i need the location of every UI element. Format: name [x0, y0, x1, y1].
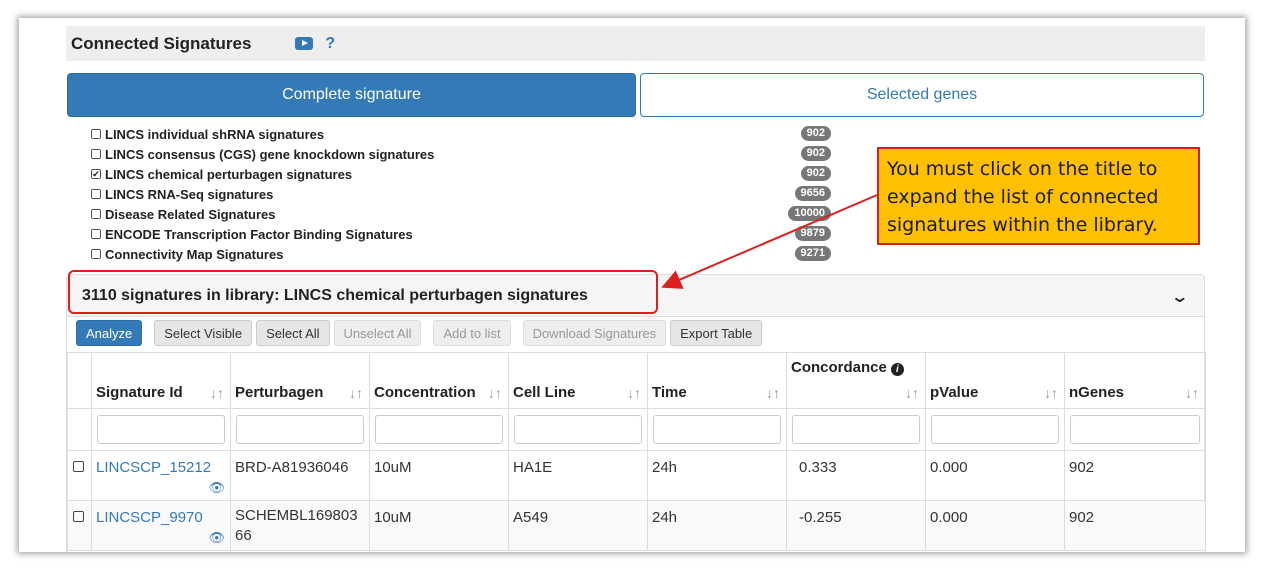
checkbox[interactable] [91, 129, 101, 139]
column-header-cell-line[interactable]: Cell Line ↓↑ [508, 352, 648, 409]
table-cell: -0.255 [786, 500, 926, 551]
eye-icon[interactable]: 👁 [208, 480, 225, 496]
library-item[interactable]: LINCS individual shRNA signatures 902 [91, 124, 831, 144]
checkbox[interactable] [91, 209, 101, 219]
unselect-all-button[interactable]: Unselect All [333, 320, 422, 346]
youtube-play-icon[interactable] [295, 37, 314, 50]
sort-icon[interactable]: ↓↑ [1185, 385, 1199, 401]
table-cell: SCHEMBL16980366 [230, 500, 370, 551]
filter-input-signature-id[interactable] [97, 415, 225, 444]
sort-icon[interactable]: ↓↑ [349, 385, 363, 401]
app-frame: Connected Signatures ? Complete signatur… [19, 18, 1245, 552]
count-badge: 902 [800, 146, 831, 161]
signature-id-link[interactable]: LINCSCP_9970 [96, 509, 203, 526]
filter-input-time[interactable] [653, 415, 781, 444]
library-item[interactable]: ✔ LINCS chemical perturbagen signatures … [91, 164, 831, 184]
table-cell: 0.333 [786, 450, 926, 501]
table-cell: 902 [1064, 500, 1206, 551]
filter-input-cell-line[interactable] [514, 415, 642, 444]
section-header: Connected Signatures ? [66, 26, 1205, 61]
table-cell: 10uM [369, 450, 509, 501]
download-signatures-button[interactable]: Download Signatures [522, 320, 667, 346]
analyze-button[interactable]: Analyze [76, 320, 143, 346]
sort-icon[interactable]: ↓↑ [766, 385, 780, 401]
filter-input-pvalue[interactable] [931, 415, 1059, 444]
column-header-signature-id[interactable]: Signature Id ↓↑ [91, 352, 231, 409]
tab-selected-genes[interactable]: Selected genes [640, 73, 1204, 117]
library-list: LINCS individual shRNA signatures 902 LI… [91, 124, 831, 264]
table-toolbar: Analyze Select Visible Select All Unsele… [76, 320, 763, 346]
table-cell: A549 [508, 500, 648, 551]
column-header-concentration[interactable]: Concentration ↓↑ [369, 352, 509, 409]
checkbox[interactable] [91, 229, 101, 239]
table-cell: BRD-A81936046 [230, 450, 370, 501]
help-icon[interactable]: ? [325, 35, 335, 53]
column-header-concordance[interactable]: Concordance i ↓↑ [786, 352, 926, 409]
sort-icon[interactable]: ↓↑ [627, 385, 641, 401]
table-row: LINCSCP_9970 👁 SCHEMBL16980366 10uM A549 … [67, 500, 1206, 551]
column-header-perturbagen[interactable]: Perturbagen ↓↑ [230, 352, 370, 409]
library-label: LINCS RNA-Seq signatures [105, 186, 274, 202]
filter-input-concordance[interactable] [792, 415, 920, 444]
checkbox[interactable] [91, 249, 101, 259]
library-item[interactable]: LINCS consensus (CGS) gene knockdown sig… [91, 144, 831, 164]
library-label: Disease Related Signatures [105, 206, 276, 222]
page-title: Connected Signatures [71, 33, 252, 53]
filter-input-perturbagen[interactable] [236, 415, 364, 444]
table-cell: 902 [1064, 450, 1206, 501]
library-item[interactable]: Connectivity Map Signatures 9271 [91, 244, 831, 264]
count-badge: 902 [800, 126, 831, 141]
library-label: ENCODE Transcription Factor Binding Sign… [105, 226, 413, 242]
library-item[interactable]: ENCODE Transcription Factor Binding Sign… [91, 224, 831, 244]
filter-input-ngenes[interactable] [1070, 415, 1200, 444]
table-cell: 0.000 [925, 500, 1065, 551]
signature-id-link[interactable]: LINCSCP_15212 [96, 459, 211, 476]
tab-complete-signature[interactable]: Complete signature [67, 73, 636, 117]
sort-icon[interactable]: ↓↑ [905, 385, 919, 401]
table-cell: HA1E [508, 450, 648, 501]
checkbox[interactable] [91, 149, 101, 159]
column-header-pvalue[interactable]: pValue ↓↑ [925, 352, 1065, 409]
sort-icon[interactable]: ↓↑ [1044, 385, 1058, 401]
library-label: LINCS consensus (CGS) gene knockdown sig… [105, 146, 435, 162]
library-label: LINCS chemical perturbagen signatures [105, 166, 353, 182]
instruction-callout: You must click on the title to expand th… [877, 147, 1200, 245]
column-header-ngenes[interactable]: nGenes ↓↑ [1064, 352, 1206, 409]
panel-heading[interactable]: 3110 signatures in library: LINCS chemic… [67, 275, 1204, 317]
table-cell: 24h [647, 500, 787, 551]
panel-title[interactable]: 3110 signatures in library: LINCS chemic… [82, 287, 588, 305]
info-icon[interactable]: i [890, 363, 904, 376]
checkbox[interactable] [91, 189, 101, 199]
row-checkbox[interactable] [73, 511, 84, 522]
select-all-button[interactable]: Select All [256, 320, 330, 346]
library-label: Connectivity Map Signatures [105, 246, 284, 262]
row-checkbox[interactable] [73, 461, 84, 472]
signatures-table: Signature Id ↓↑ Perturbagen ↓↑ Concentrati… [67, 352, 1206, 551]
table-row: LINCSCP_15212 👁 BRD-A81936046 10uM HA1E 2… [67, 450, 1206, 501]
library-item[interactable]: LINCS RNA-Seq signatures 9656 [91, 184, 831, 204]
count-badge: 9656 [794, 186, 831, 201]
library-item[interactable]: Disease Related Signatures 10000 [91, 204, 831, 224]
add-to-list-button[interactable]: Add to list [433, 320, 511, 346]
checkbox-checked[interactable]: ✔ [91, 169, 101, 179]
export-table-button[interactable]: Export Table [670, 320, 763, 346]
table-cell: 24h [647, 450, 787, 501]
count-badge: 9271 [794, 246, 831, 261]
chevron-down-icon[interactable]: ⌄ [1170, 287, 1189, 307]
filter-spacer [67, 408, 92, 451]
eye-icon[interactable]: 👁 [208, 530, 225, 546]
library-label: LINCS individual shRNA signatures [105, 126, 325, 142]
sort-icon[interactable]: ↓↑ [210, 385, 224, 401]
column-header-time[interactable]: Time ↓↑ [647, 352, 787, 409]
table-cell: 0.000 [925, 450, 1065, 501]
select-column-header [67, 352, 92, 409]
count-badge: 10000 [788, 206, 831, 221]
count-badge: 9879 [794, 226, 831, 241]
count-badge: 902 [800, 166, 831, 181]
filter-input-concentration[interactable] [375, 415, 503, 444]
select-visible-button[interactable]: Select Visible [154, 320, 253, 346]
table-cell: 10uM [369, 500, 509, 551]
sort-icon[interactable]: ↓↑ [488, 385, 502, 401]
